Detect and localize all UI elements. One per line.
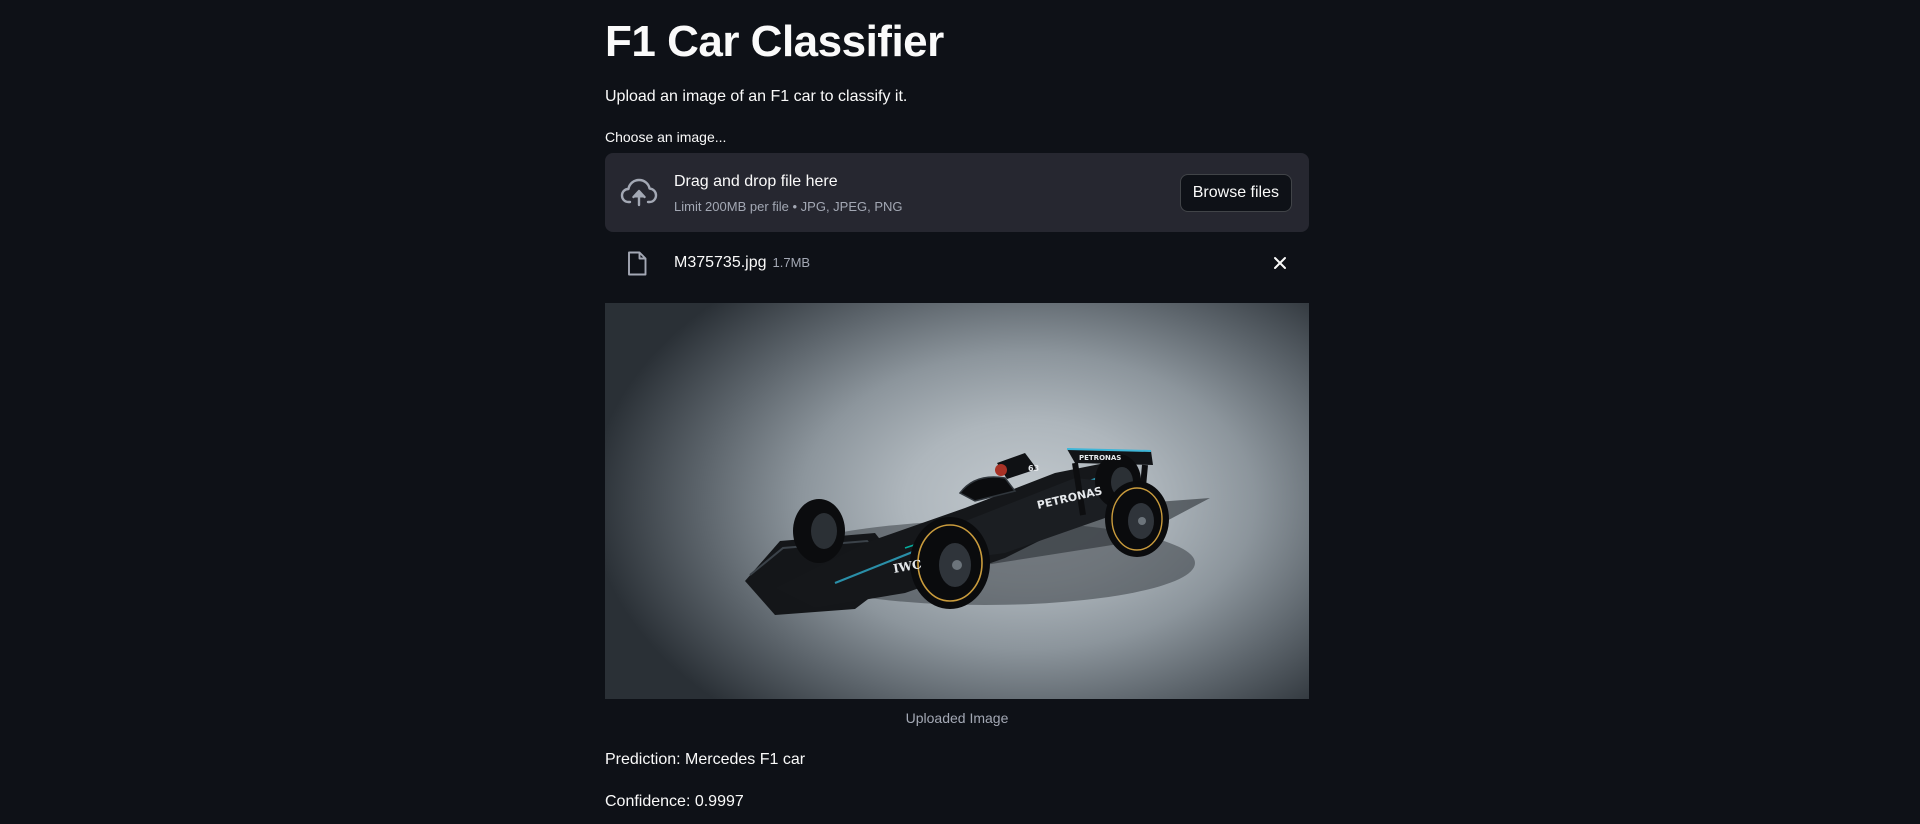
page-title: F1 Car Classifier bbox=[605, 17, 944, 66]
file-dropzone[interactable]: Drag and drop file here Limit 200MB per … bbox=[605, 153, 1309, 232]
car-front-right-wheel bbox=[910, 517, 990, 609]
dropzone-file-limit: Limit 200MB per file • JPG, JPEG, PNG bbox=[674, 199, 903, 214]
close-icon[interactable] bbox=[1272, 255, 1288, 271]
cloud-upload-icon bbox=[620, 175, 658, 209]
file-icon bbox=[627, 251, 647, 276]
page-subtitle: Upload an image of an F1 car to classify… bbox=[605, 88, 908, 105]
file-uploader-label: Choose an image... bbox=[605, 129, 727, 145]
car-rear-right-wheel bbox=[1105, 481, 1169, 557]
prediction-text: Prediction: Mercedes F1 car bbox=[605, 751, 806, 768]
uploaded-file-row: M375735.jpg 1.7MB bbox=[605, 245, 1309, 281]
uploaded-file-size: 1.7MB bbox=[772, 255, 811, 270]
image-caption: Uploaded Image bbox=[905, 710, 1009, 726]
car-number: 63 bbox=[1028, 464, 1039, 473]
car-front-left-wheel bbox=[793, 499, 845, 563]
browse-files-button[interactable]: Browse files bbox=[1179, 174, 1292, 212]
confidence-text: Confidence: 0.9997 bbox=[605, 793, 744, 810]
car-sponsor-wing: PETRONAS bbox=[1079, 454, 1121, 462]
uploaded-file-info: M375735.jpg 1.7MB bbox=[674, 252, 810, 274]
dropzone-instructions: Drag and drop file here bbox=[674, 173, 838, 190]
uploaded-file-name: M375735.jpg bbox=[674, 254, 767, 271]
uploaded-image: PETRONAS PETRONAS IWC 63 bbox=[605, 303, 1309, 699]
car-intake-marker bbox=[995, 464, 1007, 476]
